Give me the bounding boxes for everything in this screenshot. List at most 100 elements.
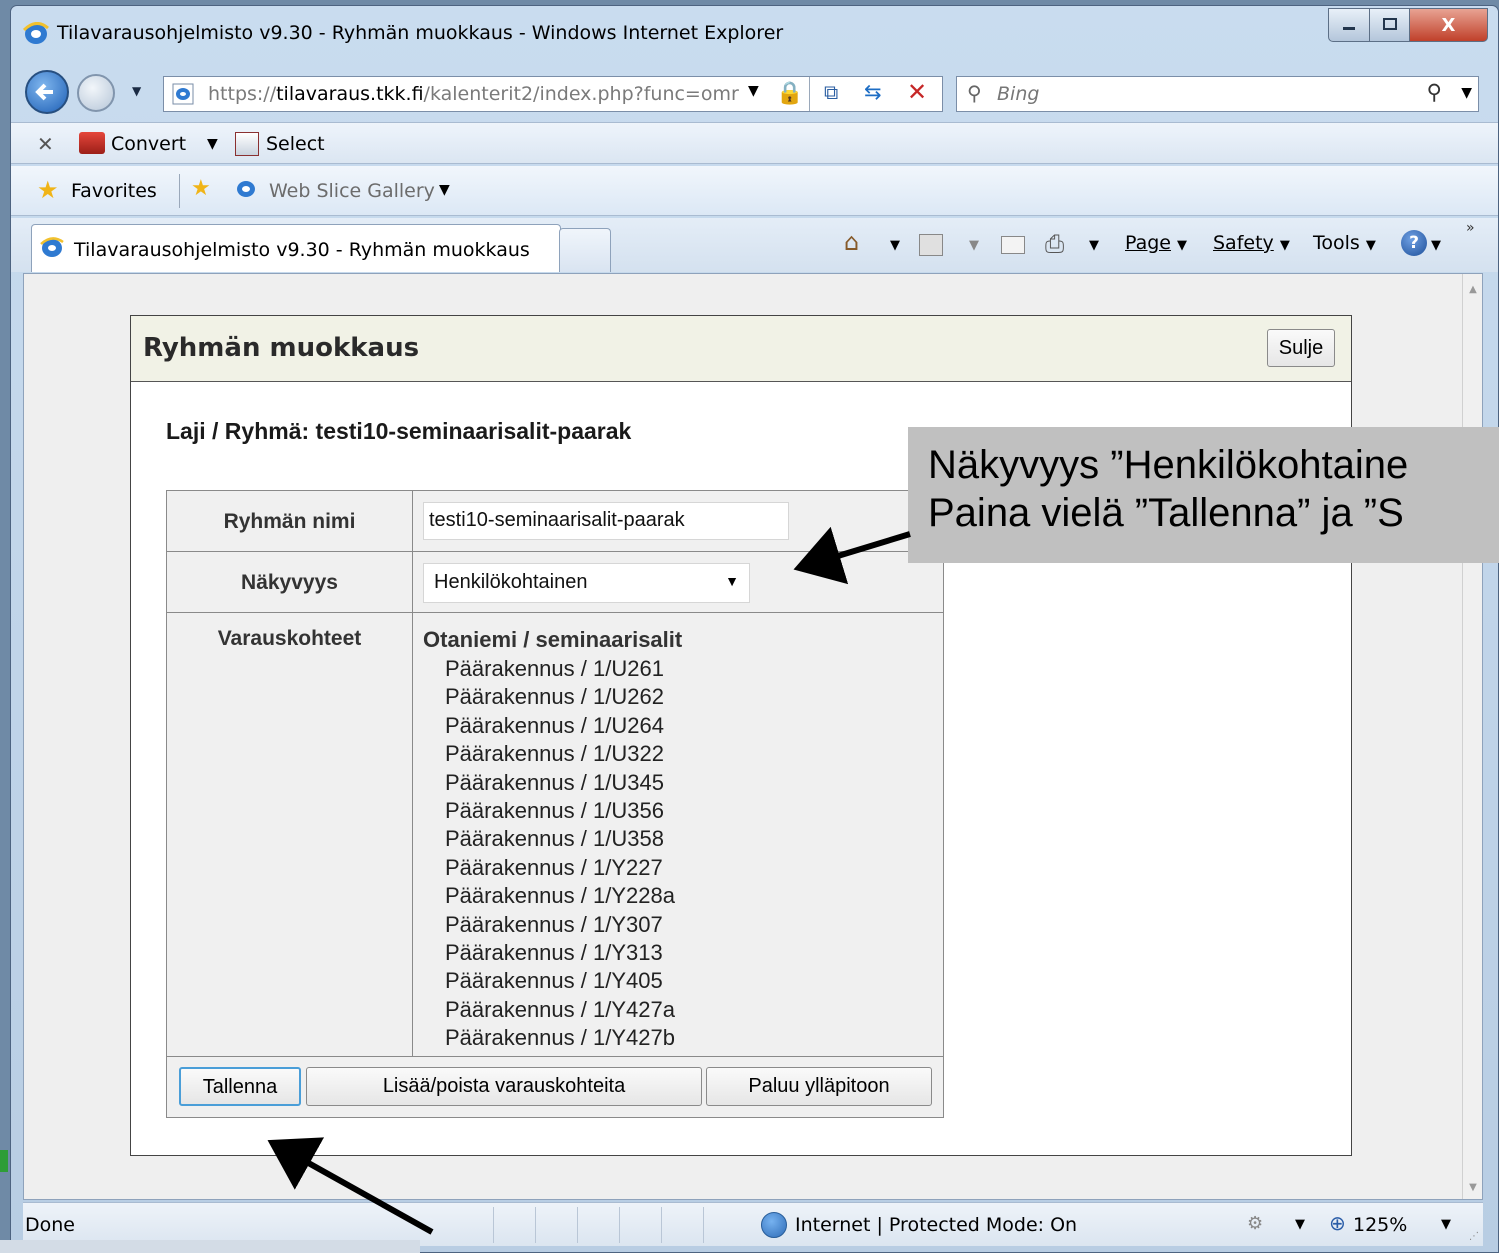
ie-logo-icon bbox=[22, 22, 49, 50]
favorites-button[interactable]: Favorites bbox=[71, 180, 157, 202]
stop-icon[interactable]: ✕ bbox=[907, 78, 927, 106]
zoom-icon[interactable]: ⊕ bbox=[1329, 1211, 1346, 1235]
scroll-down-icon[interactable]: ▼ bbox=[1463, 1182, 1483, 1193]
safety-menu[interactable]: Safety ▼ bbox=[1213, 232, 1290, 254]
print-dropdown-icon[interactable]: ▼ bbox=[1089, 238, 1099, 253]
chevron-more-icon[interactable]: » bbox=[1466, 220, 1475, 236]
title-bar: Tilavarausohjelmisto v9.30 - Ryhmän muok… bbox=[11, 6, 1498, 58]
zoom-level[interactable]: 125% bbox=[1353, 1214, 1407, 1236]
list-item: Päärakennus / 1/Y227 bbox=[445, 854, 663, 880]
visibility-selected-value: Henkilökohtainen bbox=[434, 571, 588, 593]
status-text: Done bbox=[25, 1214, 75, 1236]
safety-menu-label: Safety bbox=[1213, 232, 1274, 254]
column-divider bbox=[412, 491, 413, 1056]
minimize-icon bbox=[1341, 16, 1357, 35]
row-divider bbox=[167, 1056, 943, 1057]
security-zone-text[interactable]: Internet | Protected Mode: On bbox=[795, 1214, 1077, 1236]
status-pane bbox=[493, 1207, 535, 1243]
row-divider bbox=[167, 612, 943, 613]
url-host: tilavaraus.tkk.fi bbox=[276, 83, 424, 105]
protected-mode-dropdown-icon[interactable]: ▼ bbox=[1295, 1217, 1305, 1232]
new-tab-button[interactable] bbox=[559, 228, 611, 272]
zoom-dropdown-icon[interactable]: ▼ bbox=[1441, 1217, 1451, 1232]
slide-footer-strip bbox=[0, 1240, 420, 1253]
convert-dropdown-icon[interactable]: ▼ bbox=[207, 136, 218, 152]
address-separator bbox=[809, 77, 810, 111]
mail-icon[interactable] bbox=[1001, 236, 1025, 254]
back-arrow-icon[interactable] bbox=[25, 70, 69, 114]
search-box[interactable]: ⚲ Bing ⚲ ▼ bbox=[956, 76, 1479, 112]
print-icon[interactable]: ⎙ bbox=[1045, 230, 1064, 258]
protected-mode-icon[interactable]: ⚙ bbox=[1247, 1213, 1263, 1234]
dialog-title: Ryhmän muokkaus bbox=[143, 333, 420, 363]
address-dropdown-icon[interactable]: ▼ bbox=[748, 83, 759, 99]
window-controls: X bbox=[1328, 8, 1488, 42]
list-item: Päärakennus / 1/U262 bbox=[445, 684, 664, 710]
chevron-down-icon: ▼ bbox=[725, 573, 739, 589]
group-name-input[interactable]: testi10-seminaarisalit-paarak bbox=[423, 502, 789, 540]
select-icon[interactable] bbox=[235, 132, 259, 156]
group-form: Ryhmän nimi testi10-seminaarisalit-paara… bbox=[166, 490, 944, 1118]
compatibility-view-icon[interactable]: ⧉ bbox=[824, 80, 838, 104]
forward-arrow-icon[interactable] bbox=[77, 74, 115, 112]
list-item: Päärakennus / 1/Y228a bbox=[445, 883, 675, 909]
list-item: Päärakennus / 1/U356 bbox=[445, 797, 664, 823]
list-item: Päärakennus / 1/U322 bbox=[445, 741, 664, 767]
save-button[interactable]: Tallenna bbox=[179, 1067, 301, 1106]
status-panes bbox=[493, 1207, 745, 1243]
close-window-button[interactable]: X bbox=[1410, 8, 1488, 42]
back-to-admin-button[interactable]: Paluu ylläpitoon bbox=[706, 1067, 932, 1106]
help-dropdown-icon[interactable]: ▼ bbox=[1431, 238, 1441, 253]
window-title: Tilavarausohjelmisto v9.30 - Ryhmän muok… bbox=[57, 22, 784, 44]
list-item: Päärakennus / 1/Y427b bbox=[445, 1025, 675, 1051]
tab-favicon-icon bbox=[40, 237, 64, 263]
navigation-bar: ▼ https://tilavaraus.tkk.fi/kalenterit2/… bbox=[11, 62, 1498, 120]
help-icon[interactable]: ? bbox=[1401, 230, 1427, 256]
maximize-button[interactable] bbox=[1370, 8, 1410, 42]
search-icon[interactable]: ⚲ bbox=[1427, 80, 1442, 104]
web-slice-gallery-link[interactable]: Web Slice Gallery bbox=[269, 180, 435, 202]
status-pane bbox=[577, 1207, 619, 1243]
list-item: Päärakennus / 1/U261 bbox=[445, 656, 664, 681]
favorites-separator bbox=[179, 174, 180, 208]
name-label: Ryhmän nimi bbox=[223, 510, 356, 533]
vertical-scrollbar[interactable]: ▲ ▼ bbox=[1462, 274, 1482, 1199]
web-slice-dropdown-icon[interactable]: ▼ bbox=[439, 182, 450, 198]
minimize-button[interactable] bbox=[1328, 8, 1370, 42]
address-url[interactable]: https://tilavaraus.tkk.fi/kalenterit2/in… bbox=[208, 83, 748, 105]
add-remove-locations-button[interactable]: Lisää/poista varauskohteita bbox=[306, 1067, 702, 1106]
page-dropdown-icon: ▼ bbox=[1177, 238, 1188, 253]
convert-button[interactable]: Convert bbox=[111, 133, 186, 155]
add-to-favorites-icon[interactable]: ★ bbox=[191, 176, 211, 201]
home-icon[interactable]: ⌂ bbox=[844, 228, 859, 256]
addon-toolbar: ✕ Convert ▼ Select bbox=[11, 122, 1498, 164]
safety-dropdown-icon: ▼ bbox=[1279, 238, 1290, 253]
tools-menu[interactable]: Tools ▼ bbox=[1313, 232, 1376, 254]
scroll-up-icon[interactable]: ▲ bbox=[1463, 284, 1483, 295]
search-input[interactable]: Bing bbox=[997, 83, 1039, 105]
close-dialog-button[interactable]: Sulje bbox=[1267, 329, 1335, 367]
page-menu[interactable]: Page ▼ bbox=[1125, 232, 1187, 254]
search-options-icon[interactable]: ▼ bbox=[1461, 85, 1472, 101]
convert-icon[interactable] bbox=[79, 132, 105, 154]
address-bar[interactable]: https://tilavaraus.tkk.fi/kalenterit2/in… bbox=[163, 76, 943, 112]
tab-bar: Tilavarausohjelmisto v9.30 - Ryhmän muok… bbox=[11, 218, 1498, 272]
favorites-bar: ★ Favorites ★ Web Slice Gallery ▼ bbox=[11, 166, 1498, 216]
close-toolbar-icon[interactable]: ✕ bbox=[37, 132, 54, 156]
lock-icon[interactable]: 🔒 bbox=[776, 81, 803, 106]
visibility-select[interactable]: Henkilökohtainen ▼ bbox=[423, 563, 750, 603]
home-dropdown-icon[interactable]: ▼ bbox=[890, 238, 900, 253]
favorites-star-icon[interactable]: ★ bbox=[37, 176, 59, 204]
recent-pages-dropdown[interactable]: ▼ bbox=[132, 84, 141, 98]
feeds-icon[interactable] bbox=[919, 234, 943, 256]
page-favicon-icon bbox=[172, 83, 196, 109]
tab-active[interactable]: Tilavarausohjelmisto v9.30 - Ryhmän muok… bbox=[31, 224, 561, 272]
row-divider bbox=[167, 551, 943, 552]
feeds-dropdown-icon[interactable]: ▼ bbox=[969, 238, 979, 253]
refresh-icon[interactable]: ⇆ bbox=[864, 80, 882, 104]
location-list: Päärakennus / 1/U261 Päärakennus / 1/U26… bbox=[445, 655, 675, 1052]
locations-label: Varauskohteet bbox=[217, 627, 362, 650]
annotation-line-1: Näkyvyys ”Henkilökohtaine bbox=[928, 443, 1409, 487]
select-button[interactable]: Select bbox=[266, 133, 325, 155]
resize-grip-icon[interactable]: ⋰ bbox=[1469, 1231, 1479, 1242]
